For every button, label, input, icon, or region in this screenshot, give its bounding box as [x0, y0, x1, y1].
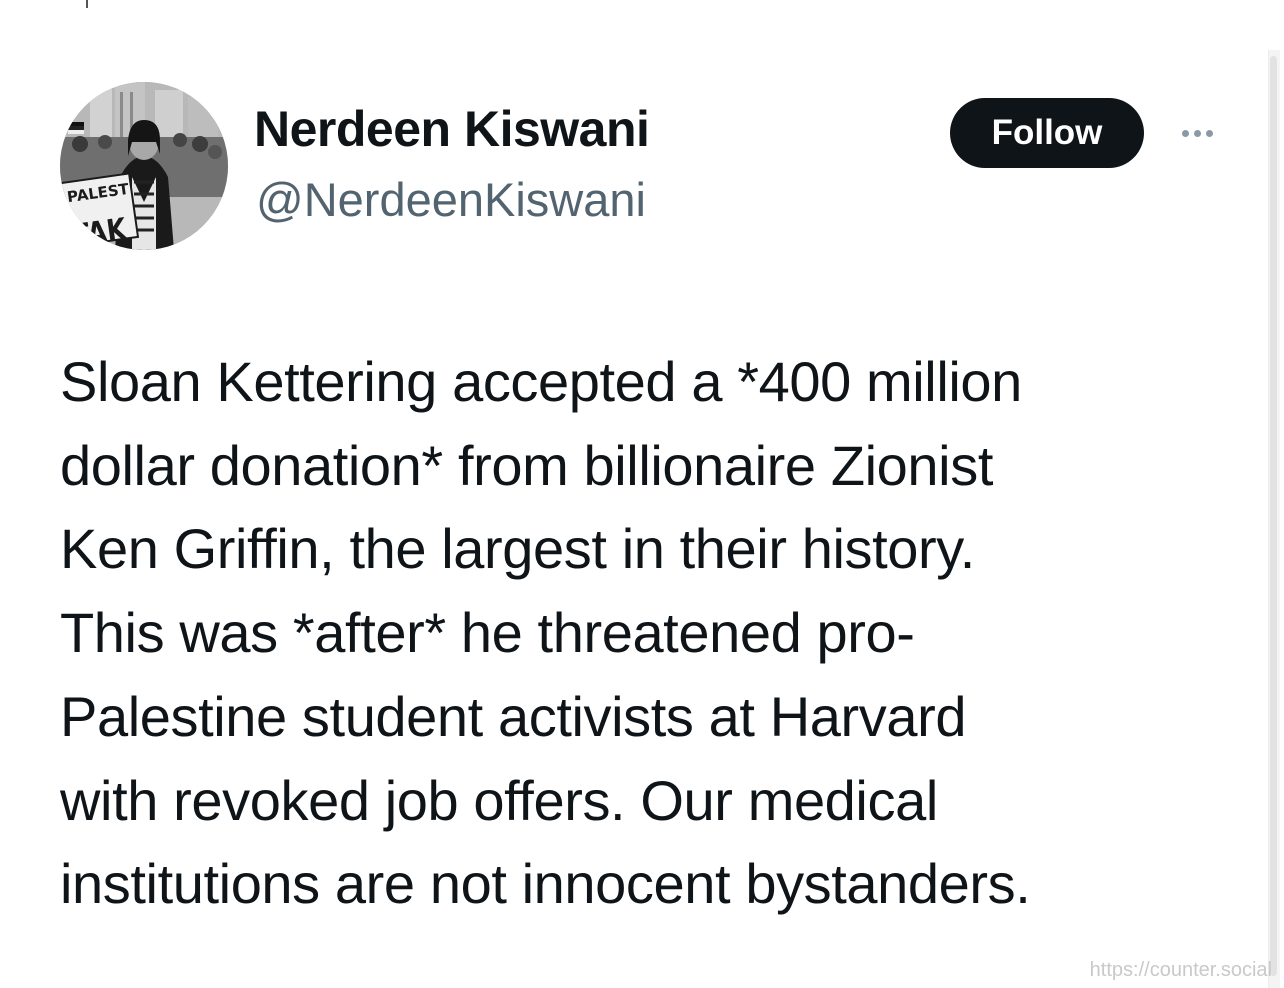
tweet-line: dollar donation* from billionaire Zionis… [60, 433, 993, 497]
scrollbar-thumb[interactable] [1270, 56, 1277, 976]
tweet-line: Sloan Kettering accepted a *400 million [60, 350, 1022, 413]
tweet-line: This was *after* he threatened pro- [60, 601, 915, 665]
avatar-sign-line-2: STAK [60, 211, 130, 250]
tweet-text: Sloan Kettering accepted a *400 million … [60, 340, 1250, 926]
tweet-line: Palestine student activists at Harvard [60, 684, 967, 748]
tweet-line: institutions are not innocent bystanders… [60, 852, 1031, 916]
avatar[interactable]: T PALEST STAK [60, 82, 228, 250]
user-handle[interactable]: @NerdeenKiswani [256, 172, 646, 227]
display-name[interactable]: Nerdeen Kiswani [254, 100, 650, 158]
more-horizontal-icon[interactable] [1172, 116, 1222, 150]
more-dot [1205, 129, 1213, 137]
top-edge-mark [86, 0, 88, 8]
watermark: https://counter.social [1089, 959, 1272, 981]
tweet-line: Ken Griffin, the largest in their histor… [60, 517, 975, 581]
avatar-photo: T PALEST STAK [60, 82, 228, 250]
more-dot [1193, 129, 1201, 137]
follow-button[interactable]: Follow [950, 98, 1144, 168]
tweet-line: with revoked job offers. Our medical [60, 768, 938, 832]
more-dot [1181, 129, 1189, 137]
